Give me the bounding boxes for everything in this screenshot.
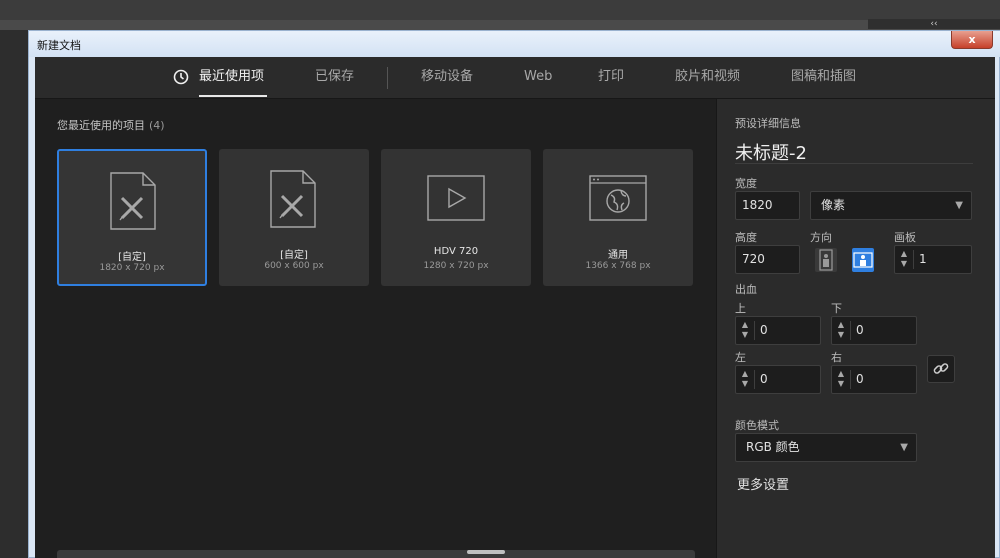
chevron-down-icon: ▼ — [900, 442, 908, 453]
width-label: 宽度 — [735, 177, 757, 190]
artboard-label: 画板 — [894, 231, 916, 244]
more-settings-button[interactable]: 更多设置 — [737, 474, 789, 493]
stepper-arrows-icon[interactable]: ▲ ▼ — [740, 369, 750, 389]
bleed-bottom-stepper[interactable]: ▲ ▼ 0 — [831, 316, 917, 345]
tab-print[interactable]: 打印 — [598, 57, 624, 99]
color-mode-select[interactable]: RGB 颜色 ▼ — [735, 433, 917, 462]
stepper-divider — [754, 321, 755, 340]
tab-art-illustration[interactable]: 图稿和插图 — [791, 57, 856, 99]
tab-divider — [387, 67, 388, 89]
color-mode-label: 颜色模式 — [735, 419, 779, 432]
artboard-stepper[interactable]: ▲ ▼ 1 — [894, 245, 972, 274]
portrait-orientation-button[interactable] — [815, 248, 837, 272]
stepper-arrows-icon[interactable]: ▲ ▼ — [836, 369, 846, 389]
bleed-right-value: 0 — [856, 372, 864, 386]
collapse-panels-icon[interactable]: ‹‹ — [868, 19, 1000, 29]
tab-saved[interactable]: 已保存 — [315, 57, 354, 99]
stepper-divider — [850, 370, 851, 389]
document-pencil-icon — [270, 170, 316, 228]
document-pencil-icon — [110, 172, 156, 230]
preset-name: HDV 720 — [433, 246, 479, 257]
dialog-titlebar: 新建文档 x — [29, 31, 1000, 57]
stepper-divider — [850, 321, 851, 340]
scrollbar-thumb[interactable] — [467, 550, 505, 554]
portrait-icon — [819, 249, 833, 271]
stepper-divider — [913, 250, 914, 269]
height-label: 高度 — [735, 231, 757, 244]
category-tabs: 最近使用项 已保存 移动设备 Web 打印 胶片和视频 图稿和插图 — [35, 57, 995, 99]
bleed-left-value: 0 — [760, 372, 768, 386]
preset-card-custom-1820[interactable]: [自定] 1820 x 720 px — [57, 149, 207, 286]
unit-select[interactable]: 像素 ▼ — [810, 191, 972, 220]
color-mode-value: RGB 颜色 — [746, 440, 800, 454]
preset-details-heading: 预设详细信息 — [735, 117, 801, 130]
bleed-top-label: 上 — [735, 302, 746, 315]
tab-web[interactable]: Web — [524, 57, 552, 99]
bleed-top-value: 0 — [760, 323, 768, 337]
recent-items-heading: 您最近使用的项目 (4) — [57, 117, 165, 133]
chevron-down-icon: ▼ — [955, 200, 963, 211]
web-globe-icon — [589, 175, 647, 221]
preset-card-custom-600[interactable]: [自定] 600 x 600 px — [219, 149, 369, 286]
close-button[interactable]: x — [951, 31, 993, 49]
preset-size: 600 x 600 px — [264, 261, 324, 271]
bleed-left-label: 左 — [735, 351, 746, 364]
landscape-icon — [853, 252, 873, 268]
bleed-right-label: 右 — [831, 351, 842, 364]
document-name-underline — [735, 163, 973, 164]
recent-items-title: 您最近使用的项目 — [57, 119, 145, 132]
active-tab-indicator — [199, 95, 267, 97]
unit-value: 像素 — [821, 198, 846, 212]
preset-name: [自定] — [118, 252, 146, 263]
bleed-top-stepper[interactable]: ▲ ▼ 0 — [735, 316, 821, 345]
app-toolbar — [0, 30, 28, 558]
stepper-arrows-icon[interactable]: ▲ ▼ — [836, 320, 846, 340]
app-options-bar — [0, 20, 1000, 30]
preset-card-hdv720[interactable]: HDV 720 1280 x 720 px — [381, 149, 531, 286]
link-bleed-button[interactable] — [927, 355, 955, 383]
width-value: 1820 — [742, 198, 773, 212]
horizontal-scrollbar[interactable] — [57, 550, 695, 558]
preset-size: 1820 x 720 px — [99, 263, 165, 273]
chain-link-icon — [933, 363, 949, 374]
bleed-bottom-label: 下 — [831, 302, 842, 315]
stepper-divider — [754, 370, 755, 389]
preset-size: 1366 x 768 px — [585, 261, 651, 271]
preset-size: 1280 x 720 px — [423, 261, 489, 271]
stepper-arrows-icon[interactable]: ▲ ▼ — [740, 320, 750, 340]
bleed-left-stepper[interactable]: ▲ ▼ 0 — [735, 365, 821, 394]
preset-card-web-general[interactable]: 通用 1366 x 768 px — [543, 149, 693, 286]
bleed-label: 出血 — [735, 283, 757, 296]
dialog-content: 最近使用项 已保存 移动设备 Web 打印 胶片和视频 图稿和插图 您最近使用的… — [35, 57, 995, 558]
preset-details-panel: 预设详细信息 未标题-2 宽度 1820 像素 ▼ 高度 720 方向 画板 ▲… — [716, 99, 995, 558]
video-play-icon — [427, 175, 485, 221]
clock-icon — [173, 69, 189, 85]
recent-items-count: (4) — [149, 119, 165, 132]
orientation-label: 方向 — [810, 231, 832, 244]
artboard-value: 1 — [919, 252, 927, 266]
bleed-right-stepper[interactable]: ▲ ▼ 0 — [831, 365, 917, 394]
bleed-bottom-value: 0 — [856, 323, 864, 337]
dialog-title: 新建文档 — [37, 39, 81, 52]
tab-mobile[interactable]: 移动设备 — [421, 57, 473, 99]
app-menubar — [0, 0, 1000, 20]
landscape-orientation-button[interactable] — [852, 248, 874, 272]
tab-recent[interactable]: 最近使用项 — [199, 57, 264, 99]
stepper-arrows-icon[interactable]: ▲ ▼ — [899, 249, 909, 269]
document-name-field[interactable]: 未标题-2 — [735, 139, 807, 165]
tab-film-video[interactable]: 胶片和视频 — [675, 57, 740, 99]
height-value: 720 — [742, 252, 765, 266]
preset-name: 通用 — [608, 250, 628, 261]
new-document-dialog: 新建文档 x 最近使用项 已保存 移动设备 Web 打印 胶片和视频 图稿和插图… — [28, 30, 1000, 558]
width-input[interactable]: 1820 — [735, 191, 800, 220]
height-input[interactable]: 720 — [735, 245, 800, 274]
preset-name: [自定] — [280, 250, 308, 261]
